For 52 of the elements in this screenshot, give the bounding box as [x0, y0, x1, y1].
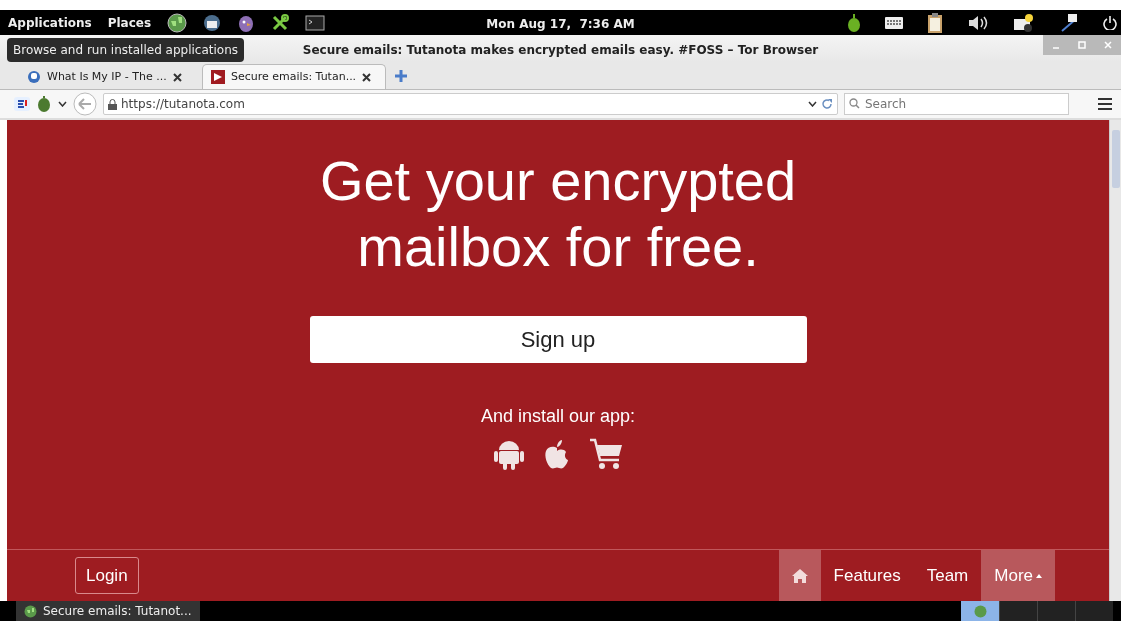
mail-notification-icon[interactable] [1013, 12, 1035, 33]
hero-heading: Get your encrypted mailbox for free. [318, 148, 798, 280]
nav-link[interactable]: Features [820, 550, 914, 601]
url-text: https://tutanota.com [121, 96, 245, 113]
close-icon[interactable] [172, 72, 182, 82]
caret-icon[interactable] [58, 101, 67, 107]
home-link[interactable] [778, 550, 821, 601]
panel-menu[interactable]: Places [107, 13, 152, 32]
globe-icon [973, 604, 987, 618]
lock-icon [108, 98, 117, 110]
home-icon [791, 568, 808, 583]
clipboard-icon[interactable] [927, 12, 943, 33]
nav-link[interactable]: More [981, 550, 1055, 601]
nav-link[interactable]: Team [913, 550, 982, 601]
tooltip: Browse and run installed applications [7, 38, 245, 62]
taskbar-window-label: Secure emails: Tutanot... [43, 603, 192, 620]
android-icon[interactable] [493, 438, 525, 470]
clock: Mon Aug 17, 7:36 AM [486, 16, 635, 33]
address-field[interactable]: https://tutanota.com [103, 93, 838, 115]
window-title: Secure emails: Tutanota makes encrypted emails easy. #FOSS – Tor Browser [302, 42, 819, 59]
reload-icon[interactable] [821, 98, 833, 110]
ip-site-icon [27, 70, 41, 84]
scissors-icon[interactable] [271, 13, 290, 32]
search-field[interactable]: Search [844, 93, 1069, 115]
scrollbar[interactable] [1109, 120, 1121, 601]
globe-icon[interactable] [167, 12, 188, 33]
scrollbar-thumb[interactable] [1112, 130, 1120, 188]
power-icon[interactable] [1103, 15, 1117, 30]
signup-button[interactable]: Sign up [309, 316, 807, 363]
keyboard-icon[interactable] [885, 16, 903, 29]
panel-menu[interactable]: Applications [8, 13, 92, 32]
browser-tab[interactable]: What Is My IP - The ... [18, 64, 202, 89]
install-text: And install our app: [480, 405, 636, 428]
cart-icon[interactable] [589, 438, 623, 470]
search-icon [849, 98, 860, 109]
terminal-icon[interactable] [305, 14, 326, 31]
caret-icon[interactable] [808, 101, 817, 107]
close-icon[interactable] [362, 72, 372, 82]
tab-label: Secure emails: Tutan... [231, 68, 357, 85]
bird-icon[interactable] [237, 13, 256, 32]
browser-tab[interactable]: Secure emails: Tutan... [202, 64, 386, 89]
tutanota-icon [211, 70, 225, 84]
menu-icon[interactable] [1097, 97, 1113, 111]
new-tab-icon[interactable] [394, 69, 408, 83]
taskbar-window-button[interactable]: Secure emails: Tutanot... [16, 601, 200, 621]
globe-icon [24, 604, 37, 618]
onion-icon[interactable] [36, 96, 52, 112]
speaker-icon[interactable] [967, 13, 989, 32]
tab-label: What Is My IP - The ... [47, 68, 167, 85]
login-button[interactable]: Login [75, 556, 139, 595]
caret-icon [1036, 573, 1042, 578]
onion-icon[interactable] [847, 13, 861, 32]
